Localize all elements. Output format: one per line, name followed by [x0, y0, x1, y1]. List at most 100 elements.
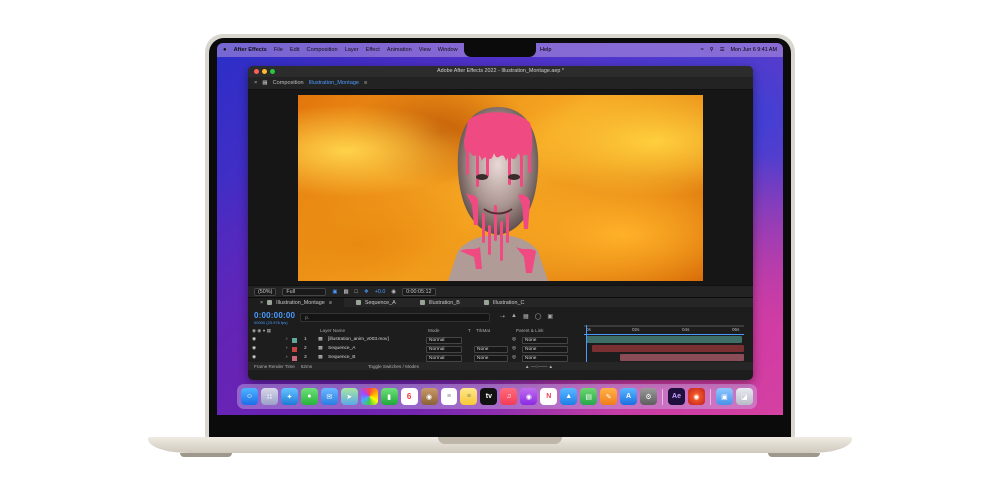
menu-clock[interactable]: Mon Jun 6 9:41 AM — [731, 47, 777, 53]
tab-sequence-a[interactable]: Sequence_A — [344, 298, 408, 308]
safari-icon[interactable]: ✦ — [280, 388, 298, 405]
messages-icon[interactable]: ● — [300, 388, 318, 405]
menu-view[interactable]: View — [419, 47, 431, 53]
layer-row[interactable]: ◉ › 1 ▩ [illustration_anim_v003.mov] Nor… — [248, 336, 583, 345]
media-encoder-icon[interactable]: ◉ — [687, 388, 705, 405]
eye-icon[interactable]: ◉ — [252, 346, 256, 351]
expand-chevron-icon[interactable]: › — [286, 355, 288, 360]
app-store-icon[interactable]: A — [620, 388, 638, 405]
layer-color-label[interactable] — [292, 338, 297, 343]
resolution-dropdown[interactable]: Full — [282, 287, 327, 296]
layer-name[interactable]: Sequence_A — [328, 346, 355, 351]
maps-icon[interactable]: ➤ — [340, 388, 358, 405]
downloads-folder-icon[interactable]: ▣ — [715, 388, 733, 405]
col-t[interactable]: T — [468, 328, 471, 333]
color-channel-icon[interactable]: ❖ — [364, 289, 369, 295]
zoom-slider[interactable]: ▲ —○—— ▲ — [525, 364, 553, 369]
transparency-grid-icon[interactable]: ▦ — [343, 289, 348, 295]
mode-dropdown[interactable]: Normal — [426, 346, 462, 353]
apple-icon[interactable]: ● — [223, 47, 227, 53]
podcasts-icon[interactable]: ◉ — [520, 388, 538, 405]
trash-icon[interactable]: ◪ — [735, 388, 753, 405]
mode-dropdown[interactable]: Normal — [426, 337, 462, 344]
numbers-icon[interactable]: ▤ — [580, 388, 598, 405]
layer-color-label[interactable] — [292, 356, 297, 361]
close-window-button[interactable] — [254, 69, 259, 74]
notes-icon[interactable]: ≡ — [460, 388, 478, 405]
layer-name[interactable]: Sequence_B — [328, 355, 355, 360]
menu-window[interactable]: Window — [438, 47, 458, 53]
after-effects-icon[interactable]: Ae — [668, 388, 685, 405]
close-tab-icon[interactable]: × — [260, 298, 263, 308]
pick-whip-icon[interactable]: ◎ — [512, 337, 516, 342]
panel-menu-icon[interactable]: ≡ — [364, 80, 367, 86]
composition-viewer[interactable] — [248, 90, 753, 285]
menu-file[interactable]: File — [274, 47, 283, 53]
layer-bar-3[interactable] — [620, 354, 744, 361]
keynote-icon[interactable]: ▲ — [560, 388, 578, 405]
close-panel-icon[interactable]: × — [254, 80, 257, 86]
mode-dropdown[interactable]: Normal — [426, 355, 462, 362]
exposure-value[interactable]: +0.0 — [375, 289, 386, 295]
work-area-bar[interactable] — [584, 325, 744, 327]
mask-visibility-icon[interactable]: □ — [355, 289, 358, 295]
facetime-icon[interactable]: ▮ — [380, 388, 398, 405]
menu-animation[interactable]: Animation — [387, 47, 412, 53]
wifi-icon[interactable]: ≈ — [701, 47, 704, 53]
layer-name[interactable]: [illustration_anim_v003.mov] — [328, 337, 389, 342]
expand-chevron-icon[interactable]: › — [286, 337, 288, 342]
composition-name[interactable]: Illustration_Montage — [309, 80, 359, 86]
news-icon[interactable]: N — [540, 388, 558, 405]
menu-effect[interactable]: Effect — [366, 47, 380, 53]
tab-menu-icon[interactable]: ≡ — [329, 298, 332, 308]
finder-icon[interactable]: ☺ — [241, 388, 258, 405]
work-area-range[interactable] — [584, 334, 744, 335]
eye-icon[interactable]: ◉ — [252, 337, 256, 342]
calendar-icon[interactable]: 6 — [400, 388, 418, 405]
lock-icon[interactable]: ▦ — [262, 80, 267, 86]
menu-edit[interactable]: Edit — [290, 47, 300, 53]
menu-app-name[interactable]: After Effects — [234, 47, 267, 53]
parent-dropdown[interactable]: None — [522, 337, 568, 344]
search-icon[interactable]: ⚲ — [710, 47, 714, 53]
pick-whip-icon[interactable]: ◎ — [512, 346, 516, 351]
graph-editor-icon[interactable]: ▣ — [547, 313, 553, 320]
motion-blur-icon[interactable]: ◯ — [535, 313, 542, 320]
col-mode[interactable]: Mode — [428, 328, 440, 333]
frame-blending-icon[interactable]: ▦ — [523, 313, 529, 320]
viewer-timecode[interactable]: 0:00:05:12 — [402, 287, 436, 296]
layer-search-input[interactable]: ρ. — [300, 313, 490, 322]
visibility-column-icon[interactable]: ◉ ◉ ● ▦ — [252, 328, 271, 334]
zoom-window-button[interactable] — [270, 69, 275, 74]
snapshot-icon[interactable]: ◉ — [391, 289, 396, 295]
reminders-icon[interactable]: ≡ — [440, 388, 458, 405]
shy-layers-icon[interactable]: ▲ — [511, 313, 517, 320]
photos-icon[interactable] — [360, 388, 378, 405]
tab-illustration-b[interactable]: Illustration_B — [408, 298, 472, 308]
tab-illustration-c[interactable]: Illustration_C — [472, 298, 536, 308]
eye-icon[interactable]: ◉ — [252, 355, 256, 360]
layer-row[interactable]: ◉ › 2 ▩ Sequence_A Normal None ◎ None — [248, 345, 583, 354]
pick-whip-icon[interactable]: ◎ — [512, 355, 516, 360]
pages-icon[interactable]: ✎ — [600, 388, 618, 405]
layer-color-label[interactable] — [292, 347, 297, 352]
menu-layer[interactable]: Layer — [345, 47, 359, 53]
launchpad-icon[interactable]: ∷ — [260, 388, 278, 405]
layer-bar-1[interactable] — [586, 336, 742, 343]
system-preferences-icon[interactable]: ⚙ — [640, 388, 658, 405]
col-trkmat[interactable]: TrkMat — [476, 328, 490, 333]
trkmat-dropdown[interactable]: None — [474, 346, 508, 353]
parent-dropdown[interactable]: None — [522, 355, 568, 362]
toggle-switches-modes-button[interactable]: Toggle Switches / Modes — [368, 364, 419, 369]
layer-bar-2[interactable] — [592, 345, 744, 352]
minimize-window-button[interactable] — [262, 69, 267, 74]
zoom-dropdown[interactable]: (50%) — [254, 287, 277, 296]
trkmat-dropdown[interactable]: None — [474, 355, 508, 362]
parent-dropdown[interactable]: None — [522, 346, 568, 353]
tab-illustration-montage[interactable]: × Illustration_Montage ≡ — [248, 297, 344, 308]
tv-icon[interactable]: tv — [480, 388, 498, 405]
expand-chevron-icon[interactable]: › — [286, 346, 288, 351]
menu-help[interactable]: Help — [540, 43, 552, 57]
control-center-icon[interactable]: ☰ — [720, 47, 725, 53]
col-parent[interactable]: Parent & Link — [516, 328, 544, 333]
